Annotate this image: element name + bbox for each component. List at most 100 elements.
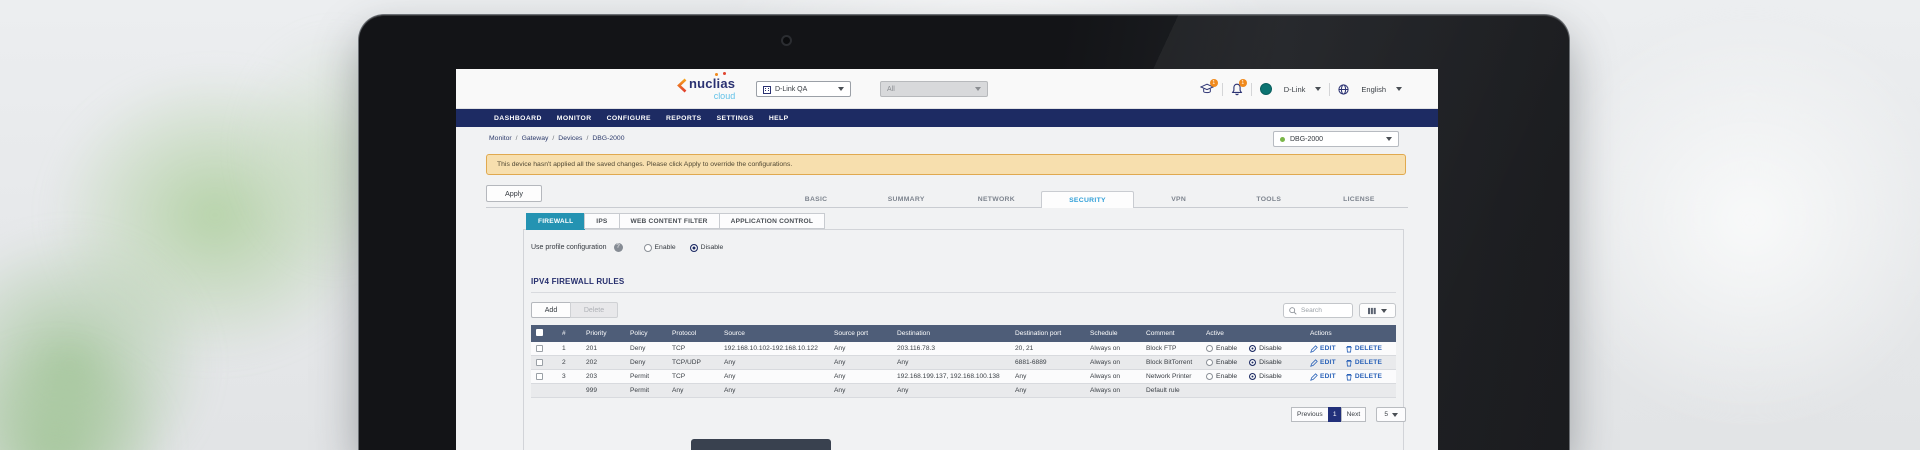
breadcrumb-separator: / bbox=[586, 135, 588, 142]
nav-item-configure[interactable]: CONFIGURE bbox=[607, 115, 651, 122]
enable-radio[interactable] bbox=[1206, 359, 1213, 366]
notifications-menu[interactable]: 1 bbox=[1231, 83, 1243, 96]
user-menu-label[interactable]: D-Link bbox=[1284, 85, 1306, 94]
enable-radio[interactable] bbox=[644, 244, 652, 252]
nav-item-settings[interactable]: SETTINGS bbox=[717, 115, 754, 122]
profile-option-disable[interactable]: Disable bbox=[690, 244, 724, 252]
notifications-badge: 1 bbox=[1239, 79, 1247, 87]
column-header-schedule: Schedule bbox=[1085, 330, 1141, 337]
chevron-down-icon[interactable] bbox=[1315, 87, 1321, 91]
add-button[interactable]: Add bbox=[531, 302, 571, 318]
breadcrumb-item-monitor[interactable]: Monitor bbox=[489, 135, 512, 142]
cell-destination-port: Any bbox=[1010, 373, 1085, 380]
user-avatar[interactable] bbox=[1260, 83, 1272, 95]
row-active-option-disable[interactable]: Disable bbox=[1249, 359, 1282, 366]
subtab-web-content-filter[interactable]: WEB CONTENT FILTER bbox=[619, 213, 720, 229]
column-settings-button[interactable] bbox=[1359, 303, 1396, 318]
row-active-option-disable[interactable]: Disable bbox=[1249, 373, 1282, 380]
certification-menu[interactable]: 1 bbox=[1200, 83, 1214, 95]
tab-vpn[interactable]: VPN bbox=[1134, 191, 1224, 208]
cell-num: 3 bbox=[557, 373, 581, 380]
row-checkbox[interactable] bbox=[536, 359, 543, 366]
row-checkbox[interactable] bbox=[536, 373, 543, 380]
main-nav: DASHBOARD MONITOR CONFIGURE REPORTS SETTINGS… bbox=[456, 109, 1438, 127]
previous-page-button[interactable]: Previous bbox=[1291, 407, 1329, 422]
main-tabs: BASICSUMMARYNETWORKSECURITYVPNTOOLSLICEN… bbox=[771, 191, 1404, 208]
cell-active: Enable Disable bbox=[1201, 359, 1305, 366]
current-page-button[interactable]: 1 bbox=[1328, 407, 1342, 422]
row-checkbox[interactable] bbox=[536, 345, 543, 352]
row-active-option-enable[interactable]: Enable bbox=[1206, 373, 1237, 380]
column-header-protocol: Protocol bbox=[667, 330, 719, 337]
tab-basic[interactable]: BASIC bbox=[771, 191, 861, 208]
pencil-icon bbox=[1310, 345, 1318, 353]
disable-radio[interactable] bbox=[1249, 345, 1256, 352]
apply-button[interactable]: Apply bbox=[486, 185, 542, 202]
subtab-application-control[interactable]: APPLICATION CONTROL bbox=[719, 213, 825, 229]
breadcrumb-item-gateway[interactable]: Gateway bbox=[522, 135, 549, 142]
breadcrumb-item-dbg-2000[interactable]: DBG-2000 bbox=[592, 135, 624, 142]
delete-button[interactable]: DELETE bbox=[1345, 373, 1382, 381]
select-all-checkbox[interactable] bbox=[536, 329, 543, 336]
radio-label: Enable bbox=[1216, 373, 1237, 380]
cell-priority: 202 bbox=[581, 359, 625, 366]
edit-button[interactable]: EDIT bbox=[1310, 345, 1336, 353]
logo-dot bbox=[723, 72, 726, 75]
help-icon[interactable]: ? bbox=[614, 243, 623, 252]
cell-source-port: Any bbox=[829, 359, 892, 366]
language-menu-label[interactable]: English bbox=[1361, 85, 1386, 94]
device-selector[interactable]: DBG-2000 bbox=[1273, 131, 1399, 147]
disable-radio[interactable] bbox=[1249, 373, 1256, 380]
delete-button[interactable]: DELETE bbox=[1345, 359, 1382, 367]
tab-security[interactable]: SECURITY bbox=[1041, 191, 1133, 208]
row-select-cell bbox=[531, 345, 557, 352]
column-header-actions: Actions bbox=[1305, 330, 1396, 337]
radio-label: Disable bbox=[1259, 359, 1282, 366]
row-active-option-disable[interactable]: Disable bbox=[1249, 345, 1282, 352]
cell-protocol: TCP bbox=[667, 345, 719, 352]
breadcrumb-item-devices[interactable]: Devices bbox=[558, 135, 582, 142]
disable-radio[interactable] bbox=[690, 244, 698, 252]
subtab-firewall[interactable]: FIREWALL bbox=[526, 213, 585, 230]
profile-config-label: Use profile configuration bbox=[531, 244, 607, 251]
row-active-option-enable[interactable]: Enable bbox=[1206, 359, 1237, 366]
cell-source-port: Any bbox=[829, 345, 892, 352]
page-size-selector[interactable]: 5 bbox=[1376, 407, 1406, 422]
cell-num: 1 bbox=[557, 345, 581, 352]
cell-schedule: Always on bbox=[1085, 345, 1141, 352]
chevron-down-icon[interactable] bbox=[1396, 87, 1402, 91]
nuclias-logo[interactable]: nuclias cloud bbox=[677, 76, 735, 101]
tab-network[interactable]: NETWORK bbox=[951, 191, 1041, 208]
enable-radio[interactable] bbox=[1206, 373, 1213, 380]
cell-destination: 203.116.78.3 bbox=[892, 345, 1010, 352]
row-active-option-enable[interactable]: Enable bbox=[1206, 345, 1237, 352]
delete-button[interactable]: DELETE bbox=[1345, 345, 1382, 353]
organization-value: D-Link QA bbox=[775, 86, 807, 93]
profile-option-enable[interactable]: Enable bbox=[644, 244, 676, 252]
cell-protocol: Any bbox=[667, 387, 719, 394]
nav-item-help[interactable]: HELP bbox=[769, 115, 789, 122]
nav-item-reports[interactable]: REPORTS bbox=[666, 115, 702, 122]
disable-radio[interactable] bbox=[1249, 359, 1256, 366]
tab-summary[interactable]: SUMMARY bbox=[861, 191, 951, 208]
edit-button[interactable]: EDIT bbox=[1310, 373, 1336, 381]
delete-button[interactable]: Delete bbox=[570, 302, 618, 318]
enable-radio[interactable] bbox=[1206, 345, 1213, 352]
tab-license[interactable]: LICENSE bbox=[1314, 191, 1404, 208]
next-page-button[interactable]: Next bbox=[1341, 407, 1367, 422]
tab-tools[interactable]: TOOLS bbox=[1224, 191, 1314, 208]
edit-button[interactable]: EDIT bbox=[1310, 359, 1336, 367]
table-row: 2202DenyTCP/UDPAnyAnyAny6881-6889Always … bbox=[531, 356, 1396, 370]
subtab-ips[interactable]: IPS bbox=[584, 213, 619, 229]
nav-item-dashboard[interactable]: DASHBOARD bbox=[494, 115, 542, 122]
chevron-down-icon bbox=[1381, 309, 1387, 313]
cell-source: Any bbox=[719, 387, 829, 394]
cell-protocol: TCP/UDP bbox=[667, 359, 719, 366]
cell-comment: Default rule bbox=[1141, 387, 1201, 394]
cell-schedule: Always on bbox=[1085, 387, 1141, 394]
search-input[interactable]: Search bbox=[1283, 303, 1353, 318]
organization-selector[interactable]: D-Link QA bbox=[756, 81, 851, 97]
site-selector[interactable]: All bbox=[880, 81, 988, 97]
nav-item-monitor[interactable]: MONITOR bbox=[557, 115, 592, 122]
column-header-comment: Comment bbox=[1141, 330, 1201, 337]
